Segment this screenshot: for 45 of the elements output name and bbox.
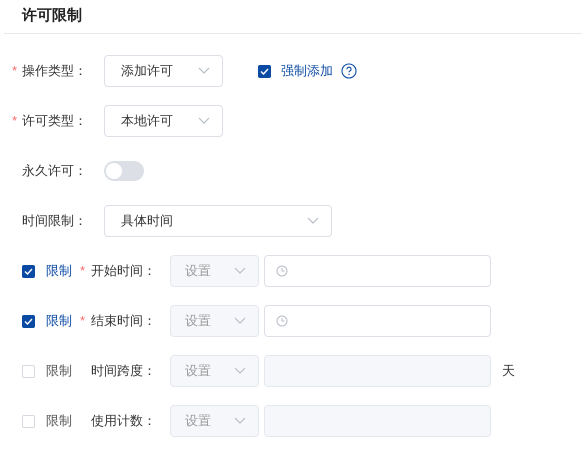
field-label: 时间限制： <box>22 212 87 230</box>
checkbox-label[interactable]: 限制 <box>46 261 72 281</box>
required-mark: * <box>80 263 86 278</box>
section-title: 许可限制 <box>22 6 82 26</box>
select-field[interactable]: 具体时间 <box>104 205 332 237</box>
chevron-down-icon <box>234 317 246 325</box>
required-mark: * <box>12 113 18 128</box>
unit-label: 天 <box>502 362 515 380</box>
checkbox-label[interactable]: 限制 <box>46 311 72 331</box>
checkbox[interactable] <box>22 364 35 378</box>
time-input[interactable] <box>264 305 491 337</box>
select-field[interactable]: 本地许可 <box>104 105 223 137</box>
required-mark: * <box>12 63 18 78</box>
number-input[interactable] <box>264 405 491 437</box>
required-mark: * <box>80 313 86 328</box>
chevron-down-icon <box>198 67 210 75</box>
checkbox-label[interactable]: 限制 <box>46 411 72 431</box>
chevron-down-icon <box>234 267 246 275</box>
checkbox-label[interactable]: 强制添加 <box>281 61 333 81</box>
clock-icon <box>276 265 288 277</box>
field-label: 操作类型： <box>22 62 87 80</box>
field-label: 结束时间： <box>91 312 156 330</box>
chevron-down-icon <box>234 367 246 375</box>
field-label: 开始时间： <box>91 262 156 280</box>
field-label: 永久许可： <box>22 162 87 180</box>
number-input[interactable] <box>264 355 491 387</box>
checkbox[interactable] <box>22 414 35 428</box>
check-icon <box>260 68 269 74</box>
field-label: 使用计数： <box>91 412 156 430</box>
select-field[interactable]: 添加许可 <box>104 55 223 87</box>
chevron-down-icon <box>198 117 210 125</box>
time-input[interactable] <box>264 255 491 287</box>
check-icon <box>24 318 33 324</box>
clock-icon <box>276 315 288 327</box>
field-label: 时间跨度： <box>91 362 156 380</box>
chevron-down-icon <box>234 417 246 425</box>
checkbox[interactable] <box>22 314 35 328</box>
checkbox-label[interactable]: 限制 <box>46 361 72 381</box>
chevron-down-icon <box>307 217 319 225</box>
checkbox[interactable] <box>258 64 271 78</box>
help-icon[interactable] <box>341 63 357 79</box>
checkbox[interactable] <box>22 264 35 278</box>
toggle-switch[interactable] <box>104 161 144 181</box>
field-label: 许可类型： <box>22 112 87 130</box>
check-icon <box>24 268 33 274</box>
